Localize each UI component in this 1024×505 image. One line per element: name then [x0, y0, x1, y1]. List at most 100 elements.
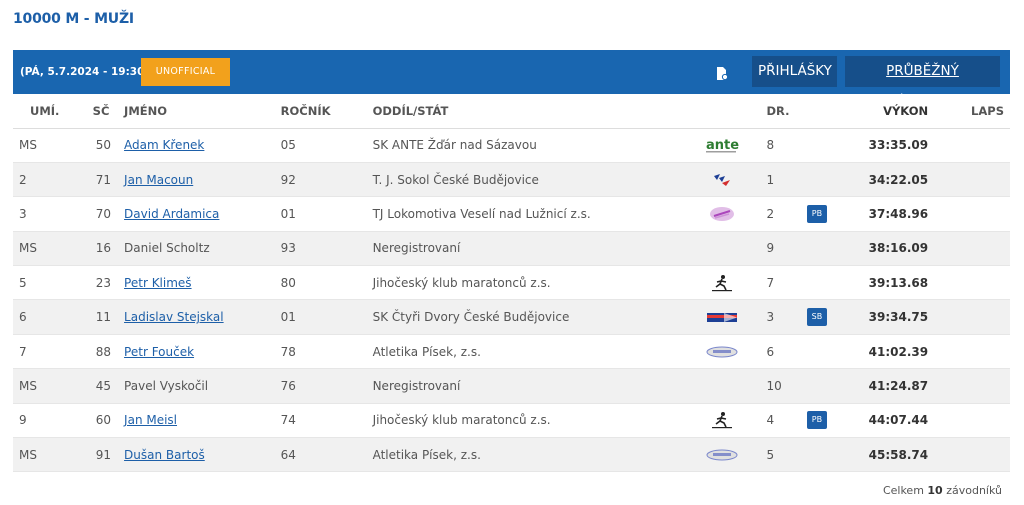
cell-laps: [928, 162, 1010, 198]
col-note: [806, 94, 858, 129]
table-row: 5 23 Petr Klimeš 80 Jihočeský klub maratonců…: [13, 265, 1010, 301]
cell-logo: [703, 265, 767, 301]
document-icon[interactable]: [716, 67, 728, 80]
cell-laps: [928, 196, 1010, 232]
cell-year: 74: [280, 403, 373, 439]
cell-name: Petr Klimeš: [119, 265, 281, 301]
cell-year: 64: [280, 437, 373, 473]
record-badge: SB: [806, 308, 827, 327]
cell-logo: [703, 162, 767, 198]
col-logo: [703, 94, 767, 129]
col-bib: SČ: [78, 94, 120, 129]
cell-year: 05: [280, 128, 373, 163]
event-date-time: (PÁ, 5.7.2024 - 19:30): [20, 66, 150, 78]
entries-button[interactable]: PŘIHLÁŠKY: [752, 56, 837, 87]
cell-laps: [928, 403, 1010, 439]
cell-rank: MS: [13, 437, 79, 473]
cell-logo: [703, 299, 767, 335]
club-logo-icon: [704, 274, 740, 291]
status-badge: UNOFFICIAL: [141, 58, 230, 86]
cell-year: 76: [280, 368, 373, 404]
cell-club: Atletika Písek, z.s.: [372, 334, 704, 370]
cell-rank: 5: [13, 265, 79, 301]
cell-rank: 9: [13, 403, 79, 439]
club-logo-icon: ante: [704, 138, 740, 153]
table-row: MS 91 Dušan Bartoš 64 Atletika Písek, z.s. 5 4…: [13, 437, 1010, 473]
col-laps: LAPS: [928, 94, 1010, 129]
cell-note: [806, 334, 858, 370]
col-performance: VÝKON: [857, 94, 929, 129]
table-row: 9 60 Jan Meisl 74 Jihočeský klub maratonců z…: [13, 403, 1010, 439]
cell-rank: 3: [13, 196, 79, 232]
cell-club: TJ Lokomotiva Veselí nad Lužnicí z.s.: [372, 196, 704, 232]
cell-rank: 2: [13, 162, 79, 198]
cell-year: 78: [280, 334, 373, 370]
cell-year: 01: [280, 299, 373, 335]
cell-name: Jan Meisl: [119, 403, 281, 439]
cell-note: [806, 437, 858, 473]
svg-text:ante: ante: [706, 138, 739, 153]
results-table: UMÍ. SČ JMÉNO ROČNÍK ODDÍL/STÁT DR. VÝKO…: [13, 94, 1010, 473]
athlete-link[interactable]: Petr Klimeš: [124, 276, 192, 290]
club-logo-icon: [704, 447, 740, 461]
athlete-link[interactable]: Dušan Bartoš: [124, 448, 205, 462]
cell-logo: [703, 437, 767, 473]
cell-bib: 91: [78, 437, 120, 473]
table-row: MS 50 Adam Křenek 05 SK ANTE Žďár nad Sázavo…: [13, 128, 1010, 163]
cell-name: Jan Macoun: [119, 162, 281, 198]
athlete-name: Pavel Vyskočil: [124, 378, 209, 393]
cell-rank: MS: [13, 368, 79, 404]
cell-club: Neregistrovaní: [372, 231, 704, 267]
cell-bib: 23: [78, 265, 120, 301]
cell-club: Jihočeský klub maratonců z.s.: [372, 403, 704, 439]
page-title: 10000 M - MUŽI: [13, 11, 134, 27]
col-lane: DR.: [766, 94, 807, 129]
cell-bib: 60: [78, 403, 120, 439]
cell-lane: 8: [766, 128, 807, 163]
athlete-link[interactable]: Jan Meisl: [124, 413, 177, 427]
athlete-link[interactable]: Adam Křenek: [124, 138, 204, 152]
athlete-link[interactable]: Petr Fouček: [124, 345, 194, 359]
cell-note: SB: [806, 299, 858, 335]
col-club: ODDÍL/STÁT: [372, 94, 704, 129]
cell-club: Atletika Písek, z.s.: [372, 437, 704, 473]
cell-year: 92: [280, 162, 373, 198]
table-row: 6 11 Ladislav Stejskal 01 SK Čtyři Dvory Čes…: [13, 299, 1010, 335]
cell-bib: 88: [78, 334, 120, 370]
cell-year: 93: [280, 231, 373, 267]
cell-lane: 5: [766, 437, 807, 473]
table-row: MS 45 Pavel Vyskočil 76 Neregistrovaní 10 41:2…: [13, 368, 1010, 404]
cell-performance: 41:02.39: [857, 334, 929, 370]
col-rank: UMÍ.: [13, 94, 79, 129]
total-prefix: Celkem: [882, 484, 924, 497]
cell-year: 01: [280, 196, 373, 232]
athlete-link[interactable]: Ladislav Stejskal: [124, 310, 224, 324]
cell-lane: 1: [766, 162, 807, 198]
cell-laps: [928, 334, 1010, 370]
cell-logo: [703, 334, 767, 370]
club-logo-icon: [704, 310, 740, 324]
cell-note: [806, 162, 858, 198]
cell-note: [806, 231, 858, 267]
cell-lane: 7: [766, 265, 807, 301]
cell-bib: 70: [78, 196, 120, 232]
cell-lane: 4: [766, 403, 807, 439]
cell-logo: [703, 368, 767, 404]
athlete-link[interactable]: Jan Macoun: [124, 173, 193, 187]
cell-lane: 9: [766, 231, 807, 267]
cell-note: PB: [806, 196, 858, 232]
cell-rank: 6: [13, 299, 79, 335]
cell-logo: ante: [703, 128, 767, 163]
cell-name: Pavel Vyskočil: [119, 368, 281, 404]
athlete-name: Daniel Scholtz: [124, 241, 210, 256]
cell-bib: 71: [78, 162, 120, 198]
cell-laps: [928, 437, 1010, 473]
cell-bib: 50: [78, 128, 120, 163]
live-results-button[interactable]: PRŮBĚŽNÝ VÝSLEDEK: [845, 56, 1000, 110]
table-row: 2 71 Jan Macoun 92 T. J. Sokol České Budějov…: [13, 162, 1010, 198]
cell-bib: 45: [78, 368, 120, 404]
table-row: 7 88 Petr Fouček 78 Atletika Písek, z.s. 6 41:…: [13, 334, 1010, 370]
athlete-link[interactable]: David Ardamica: [124, 207, 219, 221]
cell-logo: [703, 196, 767, 232]
cell-laps: [928, 368, 1010, 404]
